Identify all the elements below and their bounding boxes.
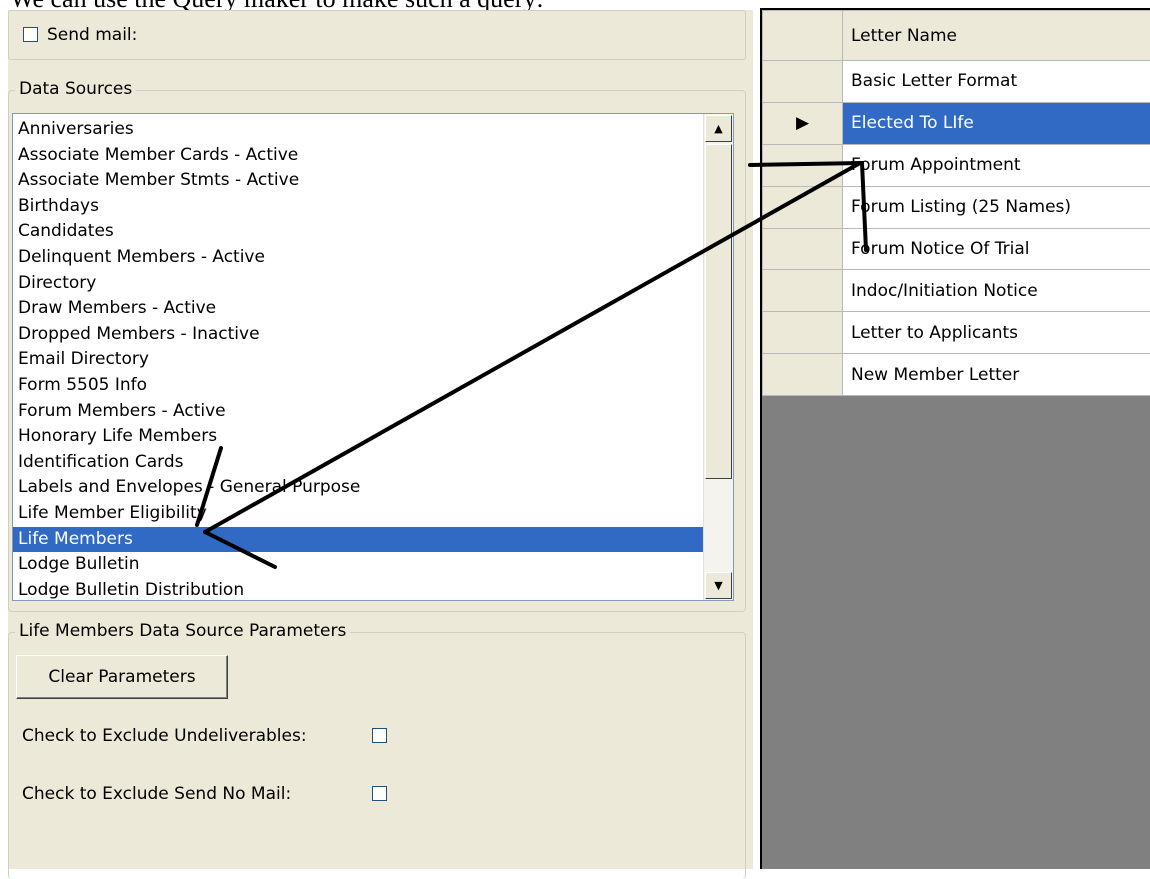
list-item[interactable]: Associate Member Stmts - Active	[13, 168, 703, 194]
query-options-panel: Send mail: Data Sources AnniversariesAss…	[8, 10, 753, 869]
table-row[interactable]: Forum Listing (25 Names)	[763, 186, 1150, 228]
letter-name-cell[interactable]: Forum Notice Of Trial	[843, 228, 1150, 270]
grid-corner	[763, 11, 843, 61]
list-item[interactable]: Lodge Bulletin	[13, 552, 703, 578]
letter-name-cell[interactable]: Elected To LIfe	[843, 102, 1150, 144]
row-header[interactable]	[763, 186, 843, 228]
scroll-up-icon[interactable]: ▲	[705, 115, 732, 142]
table-row[interactable]: Forum Notice Of Trial	[763, 228, 1150, 270]
list-item[interactable]: Dropped Members - Inactive	[13, 322, 703, 348]
list-item[interactable]: Anniversaries	[13, 117, 703, 143]
row-header[interactable]	[763, 61, 843, 103]
list-item[interactable]: Labels and Envelopes - General Purpose	[13, 475, 703, 501]
vertical-scrollbar[interactable]: ▲ ▼	[703, 114, 733, 600]
clear-parameters-button[interactable]: Clear Parameters	[16, 655, 228, 699]
list-item[interactable]: Life Member Eligibility	[13, 501, 703, 527]
grid-header-row: Letter Name	[763, 11, 1150, 61]
exclude-send-no-mail-label: Check to Exclude Send No Mail:	[22, 784, 291, 804]
scroll-thumb[interactable]	[705, 144, 732, 479]
row-header[interactable]	[763, 144, 843, 186]
table-row[interactable]: ▶Elected To LIfe	[763, 102, 1150, 144]
list-item[interactable]: Forum Members - Active	[13, 399, 703, 425]
letters-grid-panel: Letter Name Basic Letter Format▶Elected …	[760, 8, 1150, 869]
list-item[interactable]: Directory	[13, 271, 703, 297]
table-row[interactable]: Indoc/Initiation Notice	[763, 270, 1150, 312]
list-item[interactable]: Delinquent Members - Active	[13, 245, 703, 271]
row-header[interactable]	[763, 228, 843, 270]
list-item[interactable]: Identification Cards	[13, 450, 703, 476]
table-row[interactable]: Letter to Applicants	[763, 312, 1150, 354]
list-item[interactable]: Form 5505 Info	[13, 373, 703, 399]
letter-name-cell[interactable]: New Member Letter	[843, 354, 1150, 396]
row-header[interactable]	[763, 312, 843, 354]
list-item[interactable]: Life Members	[13, 527, 703, 553]
table-row[interactable]: Forum Appointment	[763, 144, 1150, 186]
parameters-legend: Life Members Data Source Parameters	[15, 621, 350, 641]
table-row[interactable]: New Member Letter	[763, 354, 1150, 396]
table-row[interactable]: Basic Letter Format	[763, 61, 1150, 103]
exclude-send-no-mail-checkbox[interactable]	[372, 786, 387, 801]
letter-name-cell[interactable]: Indoc/Initiation Notice	[843, 270, 1150, 312]
current-row-arrow-icon[interactable]: ▶	[763, 102, 843, 144]
data-sources-legend: Data Sources	[15, 79, 136, 99]
list-item[interactable]: Birthdays	[13, 194, 703, 220]
send-mail-label: Send mail:	[47, 25, 137, 45]
letter-name-header[interactable]: Letter Name	[843, 11, 1150, 61]
list-item[interactable]: Honorary Life Members	[13, 424, 703, 450]
list-item[interactable]: Associate Member Cards - Active	[13, 143, 703, 169]
letter-name-cell[interactable]: Forum Listing (25 Names)	[843, 186, 1150, 228]
list-item[interactable]: Candidates	[13, 219, 703, 245]
scroll-down-icon[interactable]: ▼	[705, 572, 732, 599]
row-header[interactable]	[763, 270, 843, 312]
exclude-undeliverables-checkbox[interactable]	[372, 728, 387, 743]
row-header[interactable]	[763, 354, 843, 396]
data-sources-listbox[interactable]: AnniversariesAssociate Member Cards - Ac…	[12, 113, 734, 601]
letter-name-cell[interactable]: Basic Letter Format	[843, 61, 1150, 103]
send-mail-group: Send mail:	[8, 10, 746, 60]
letter-name-cell[interactable]: Forum Appointment	[843, 144, 1150, 186]
list-item[interactable]: Email Directory	[13, 347, 703, 373]
exclude-undeliverables-label: Check to Exclude Undeliverables:	[22, 726, 307, 746]
letter-name-cell[interactable]: Letter to Applicants	[843, 312, 1150, 354]
send-mail-checkbox[interactable]	[23, 27, 38, 42]
letters-grid: Letter Name Basic Letter Format▶Elected …	[762, 10, 1150, 396]
list-item[interactable]: Lodge Bulletin Distribution	[13, 578, 703, 601]
data-sources-list: AnniversariesAssociate Member Cards - Ac…	[13, 117, 703, 601]
list-item[interactable]: Draw Members - Active	[13, 296, 703, 322]
